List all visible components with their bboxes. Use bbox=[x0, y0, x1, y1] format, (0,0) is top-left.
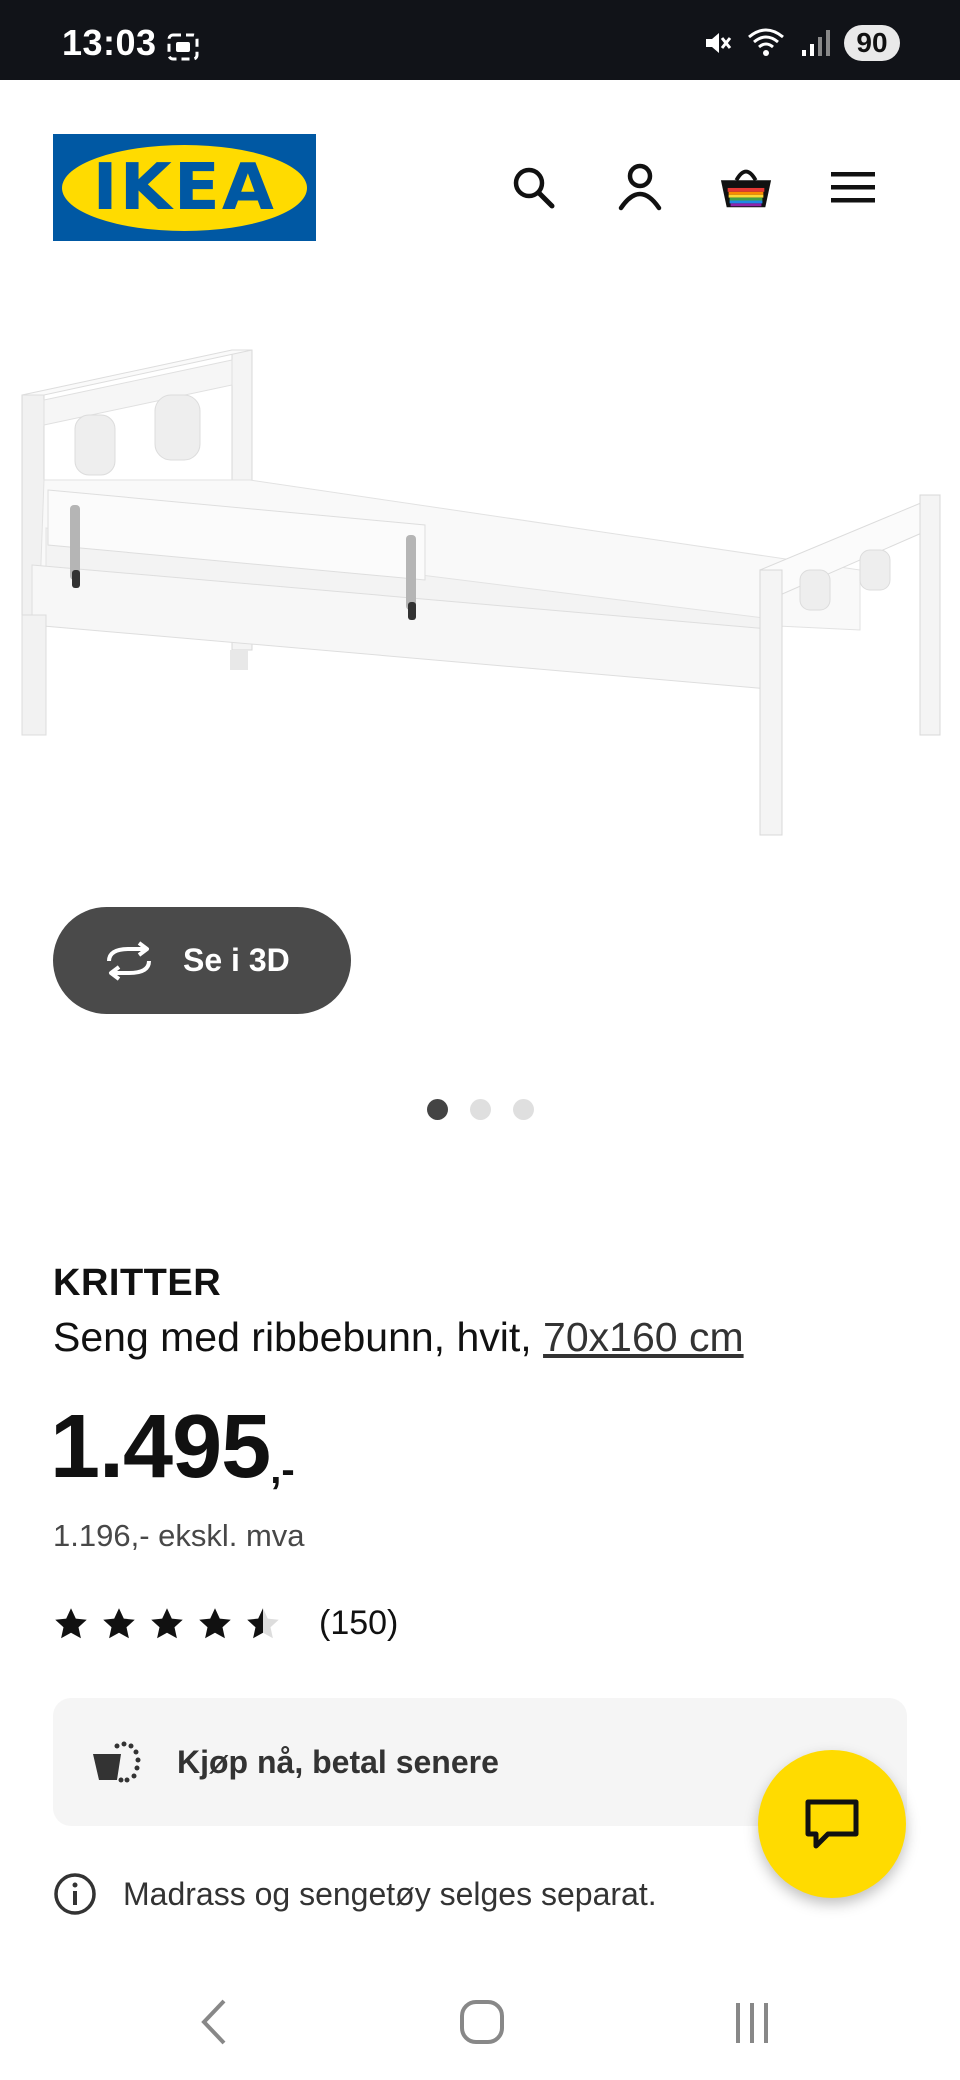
battery-icon: 90 bbox=[844, 25, 900, 61]
product-description-text: Seng med ribbebunn, hvit, bbox=[53, 1314, 544, 1360]
star-icon bbox=[199, 1607, 231, 1638]
logo-oval: IKEA bbox=[62, 144, 307, 231]
mute-icon bbox=[706, 33, 732, 53]
status-time: 13:03 bbox=[62, 22, 157, 63]
chat-icon bbox=[805, 1799, 859, 1849]
star-icon bbox=[151, 1607, 183, 1638]
view-3d-button[interactable]: Se i 3D bbox=[53, 907, 351, 1014]
price-ex-vat: 1.196,- ekskl. mva bbox=[53, 1518, 305, 1553]
notice: Madrass og sengetøy selges separat. bbox=[53, 1872, 657, 1916]
cart-icon[interactable] bbox=[719, 160, 773, 214]
price-suffix: ,- bbox=[270, 1448, 295, 1492]
product-image[interactable] bbox=[0, 330, 960, 850]
menu-icon[interactable] bbox=[826, 160, 880, 214]
info-icon bbox=[54, 1873, 96, 1915]
gallery-pagination bbox=[0, 1099, 960, 1120]
star-icon bbox=[103, 1607, 135, 1638]
pagination-dot[interactable] bbox=[512, 1099, 534, 1120]
chat-button[interactable] bbox=[758, 1750, 906, 1898]
status-icons: 90 bbox=[702, 25, 900, 61]
pagination-dot[interactable] bbox=[426, 1099, 448, 1120]
ikea-logo[interactable]: IKEA bbox=[53, 134, 316, 241]
product-description: Seng med ribbebunn, hvit, 70x160 cm bbox=[53, 1314, 744, 1361]
recents-icon[interactable] bbox=[722, 1992, 782, 2052]
price-value: 1.495 bbox=[50, 1397, 271, 1497]
back-icon[interactable] bbox=[184, 1992, 244, 2052]
price: 1.495 ,- bbox=[50, 1402, 295, 1493]
pay-later-icon bbox=[93, 1741, 141, 1783]
view-3d-label: Se i 3D bbox=[183, 942, 290, 978]
home-icon[interactable] bbox=[452, 1992, 512, 2052]
system-nav-bar bbox=[0, 1960, 960, 2080]
rating[interactable]: (150) bbox=[53, 1604, 398, 1643]
review-count: (150) bbox=[319, 1604, 399, 1642]
wifi-icon bbox=[748, 28, 784, 56]
product-name: KRITTER bbox=[53, 1262, 222, 1304]
star-icon bbox=[55, 1607, 87, 1638]
rotate-3d-icon bbox=[107, 940, 151, 981]
signal-icon bbox=[802, 30, 830, 56]
logo-text: IKEA bbox=[92, 150, 277, 225]
notice-text: Madrass og sengetøy selges separat. bbox=[123, 1875, 657, 1912]
pay-later-label: Kjøp nå, betal senere bbox=[177, 1743, 499, 1780]
account-icon[interactable] bbox=[613, 160, 667, 214]
status-bar: 13:03 90 bbox=[0, 0, 960, 80]
half-star-icon bbox=[247, 1607, 279, 1638]
pagination-dot[interactable] bbox=[469, 1099, 491, 1120]
screenshot-icon bbox=[167, 33, 199, 61]
size-link[interactable]: 70x160 cm bbox=[543, 1314, 744, 1360]
search-icon[interactable] bbox=[506, 160, 560, 214]
